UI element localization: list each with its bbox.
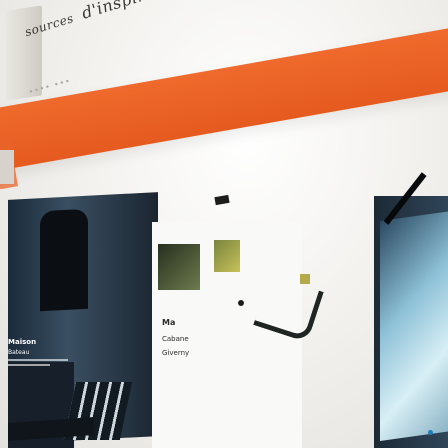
mid-dot: [238, 300, 244, 306]
card-left-rule: [8, 359, 68, 361]
mid-dot-top: [214, 194, 230, 206]
card-left-text: Maison Bateau: [8, 338, 68, 369]
mid-label-line3: Giverny: [162, 349, 190, 357]
mid-block-image: [158, 244, 200, 290]
photo: sources d'inspiration •••• ••• Maison Ba…: [0, 0, 448, 448]
card-right-blue-dot: [428, 430, 433, 435]
mid-label-line2: Cabane: [162, 335, 189, 343]
logo-text: sources d'inspiration: [22, 0, 189, 40]
logo-inspiration: d'inspiration: [79, 0, 189, 23]
side-tab: [0, 150, 14, 184]
card-left-line1: Maison: [8, 338, 37, 346]
card-swoosh-cap: [300, 274, 310, 284]
card-right-light: [380, 210, 448, 442]
mid-label-line1: Ma: [162, 318, 176, 327]
orange-band: [0, 10, 448, 180]
card-left-line2: Bateau: [8, 349, 30, 356]
card-left-silhouette: [40, 208, 88, 312]
card-left-rule-2: [8, 364, 50, 366]
mid-block-image-2: [214, 240, 240, 272]
mid-label: Ma Cabane Giverny: [162, 318, 189, 357]
